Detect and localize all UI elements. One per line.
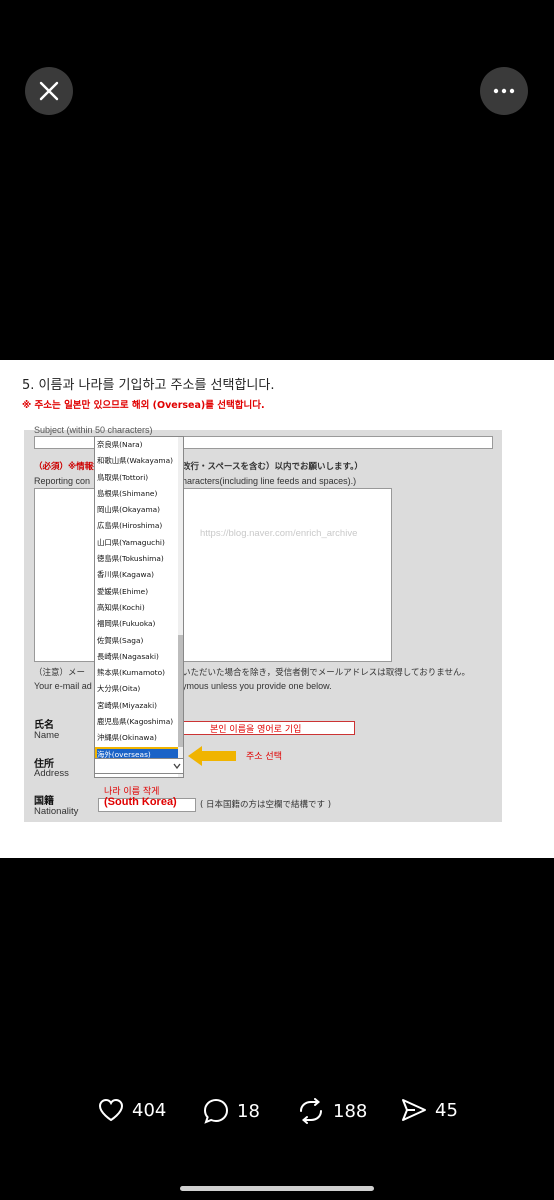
post-image[interactable]: 5. 이름과 나라를 기입하고 주소를 선택합니다. ※ 주소는 일본만 있으므… — [0, 360, 554, 858]
watermark-url: https://blog.naver.com/enrich_archive — [200, 528, 358, 539]
dropdown-option[interactable]: 鹿児島県(Kagoshima) — [95, 714, 183, 730]
dropdown-option[interactable]: 徳島県(Tokushima) — [95, 551, 183, 567]
more-horizontal-icon — [493, 88, 515, 94]
dropdown-option[interactable]: 大分県(Oita) — [95, 681, 183, 697]
reporting-label: Reporting con — [34, 476, 91, 486]
close-icon — [39, 81, 59, 101]
step-note: ※ 주소는 일본만 있으므로 해외 (Oversea)를 선택합니다. — [22, 400, 265, 411]
name-annotation: 본인 이름을 영어로 기입 — [210, 725, 302, 735]
email-label: Your e-mail ad — [34, 681, 92, 691]
subject-label: Subject (within 50 characters) — [34, 425, 153, 435]
reply-count: 18 — [237, 1100, 260, 1122]
dropdown-option[interactable]: 愛媛県(Ehime) — [95, 584, 183, 600]
address-select[interactable] — [94, 758, 184, 774]
chevron-down-icon — [173, 763, 181, 769]
share-count: 45 — [435, 1099, 458, 1121]
dropdown-option[interactable]: 宮崎県(Miyazaki) — [95, 698, 183, 714]
comment-icon — [203, 1098, 229, 1124]
dropdown-option[interactable]: 沖縄県(Okinawa) — [95, 730, 183, 746]
step-title: 5. 이름과 나라를 기입하고 주소를 선택합니다. — [22, 378, 275, 393]
dropdown-option[interactable]: 山口県(Yamaguchi) — [95, 535, 183, 551]
dropdown-option[interactable]: 熊本県(Kumamoto) — [95, 665, 183, 681]
required-label-2: 改行・スペースを含む）以内でお願いします。） — [182, 462, 363, 472]
repost-button[interactable]: 188 — [297, 1098, 367, 1124]
close-button[interactable] — [25, 67, 73, 115]
dropdown-scrollbar-thumb[interactable] — [178, 635, 183, 747]
report-textarea[interactable] — [34, 488, 392, 662]
like-button[interactable]: 404 — [98, 1098, 166, 1122]
send-icon — [402, 1099, 426, 1121]
dropdown-option[interactable]: 鳥取県(Tottori) — [95, 470, 183, 486]
dropdown-option[interactable]: 岡山県(Okayama) — [95, 502, 183, 518]
dropdown-option[interactable]: 福岡県(Fukuoka) — [95, 616, 183, 632]
dropdown-option[interactable]: 広島県(Hiroshima) — [95, 518, 183, 534]
prefecture-dropdown[interactable]: 奈良県(Nara) 和歌山県(Wakayama) 鳥取県(Tottori) 島根県(S… — [94, 436, 184, 778]
dropdown-option[interactable]: 香川県(Kagawa) — [95, 567, 183, 583]
notice-label-2: いただいた場合を除き，受信者側でメールアドレスは取得しておりません。 — [182, 668, 470, 678]
dropdown-option[interactable]: 佐賀県(Saga) — [95, 633, 183, 649]
like-count: 404 — [132, 1099, 167, 1121]
dropdown-option[interactable]: 島根県(Shimane) — [95, 486, 183, 502]
action-bar: 404 18 188 45 — [0, 1098, 554, 1128]
dropdown-option[interactable]: 奈良県(Nara) — [95, 437, 183, 453]
nationality-hint: ( 日本国籍の方は空欄で結構です ) — [200, 800, 332, 810]
address-label-en: Address — [34, 768, 69, 779]
dropdown-option[interactable]: 長崎県(Nagasaki) — [95, 649, 183, 665]
address-annotation: 주소 선택 — [246, 752, 282, 762]
home-indicator — [180, 1186, 374, 1191]
notice-label: （注意）メー — [34, 668, 86, 678]
dropdown-list: 奈良県(Nara) 和歌山県(Wakayama) 鳥取県(Tottori) 島根県(S… — [95, 437, 183, 763]
share-button[interactable]: 45 — [401, 1098, 458, 1122]
heart-icon — [98, 1098, 124, 1122]
name-label-jp: 氏名 — [34, 720, 54, 731]
name-label-en: Name — [34, 730, 60, 741]
repost-icon — [300, 1098, 322, 1124]
nationality-value: (South Korea) — [104, 796, 177, 808]
email-label-2: ymous unless you provide one below. — [182, 681, 332, 691]
reporting-label-2: haracters(including line feeds and space… — [182, 476, 357, 486]
repost-count: 188 — [333, 1100, 368, 1122]
dropdown-option[interactable]: 高知県(Kochi) — [95, 600, 183, 616]
dropdown-option[interactable]: 和歌山県(Wakayama) — [95, 453, 183, 469]
nationality-label-jp: 国籍 — [34, 796, 54, 807]
nationality-label-en: Nationality — [34, 806, 79, 817]
reply-button[interactable]: 18 — [203, 1098, 260, 1124]
arrow-left-icon — [188, 746, 236, 766]
more-options-button[interactable] — [480, 67, 528, 115]
